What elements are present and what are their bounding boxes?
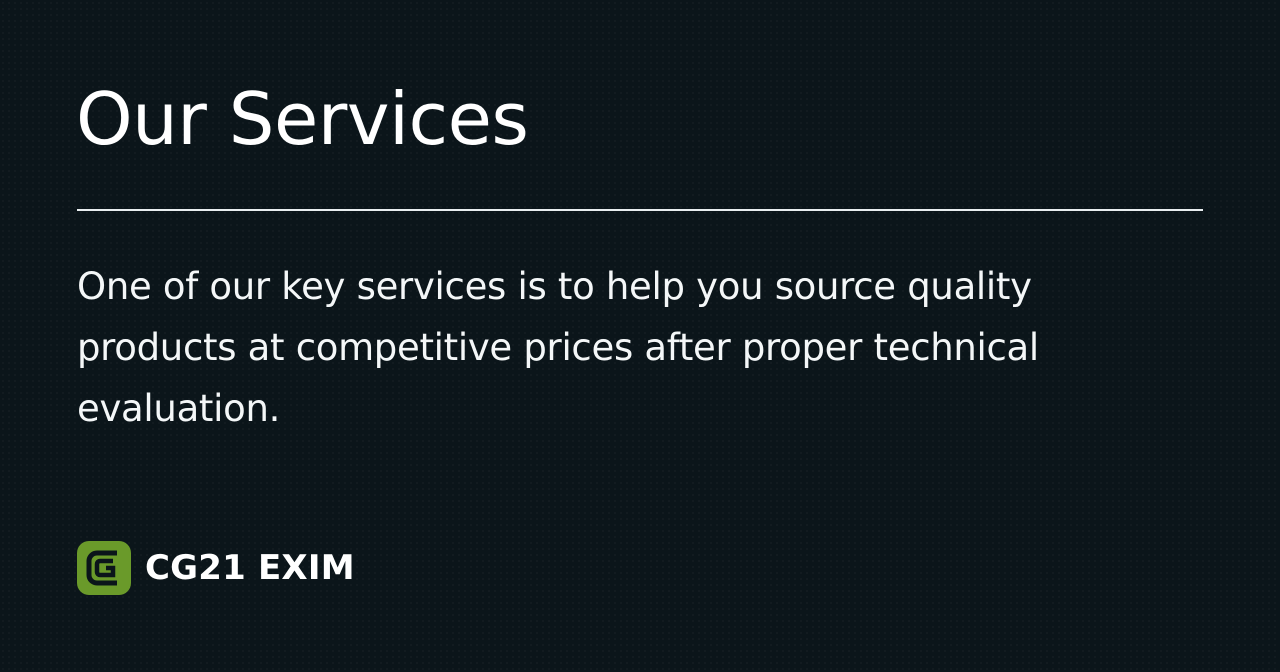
page-title: Our Services bbox=[76, 77, 529, 161]
brand-name: CG21 EXIM bbox=[145, 548, 355, 588]
cg-logo-icon bbox=[77, 541, 131, 595]
brand-footer: CG21 EXIM bbox=[77, 541, 355, 595]
services-card: Our Services One of our key services is … bbox=[0, 0, 1280, 672]
services-description: One of our key services is to help you s… bbox=[77, 265, 1039, 430]
title-divider bbox=[77, 209, 1203, 211]
